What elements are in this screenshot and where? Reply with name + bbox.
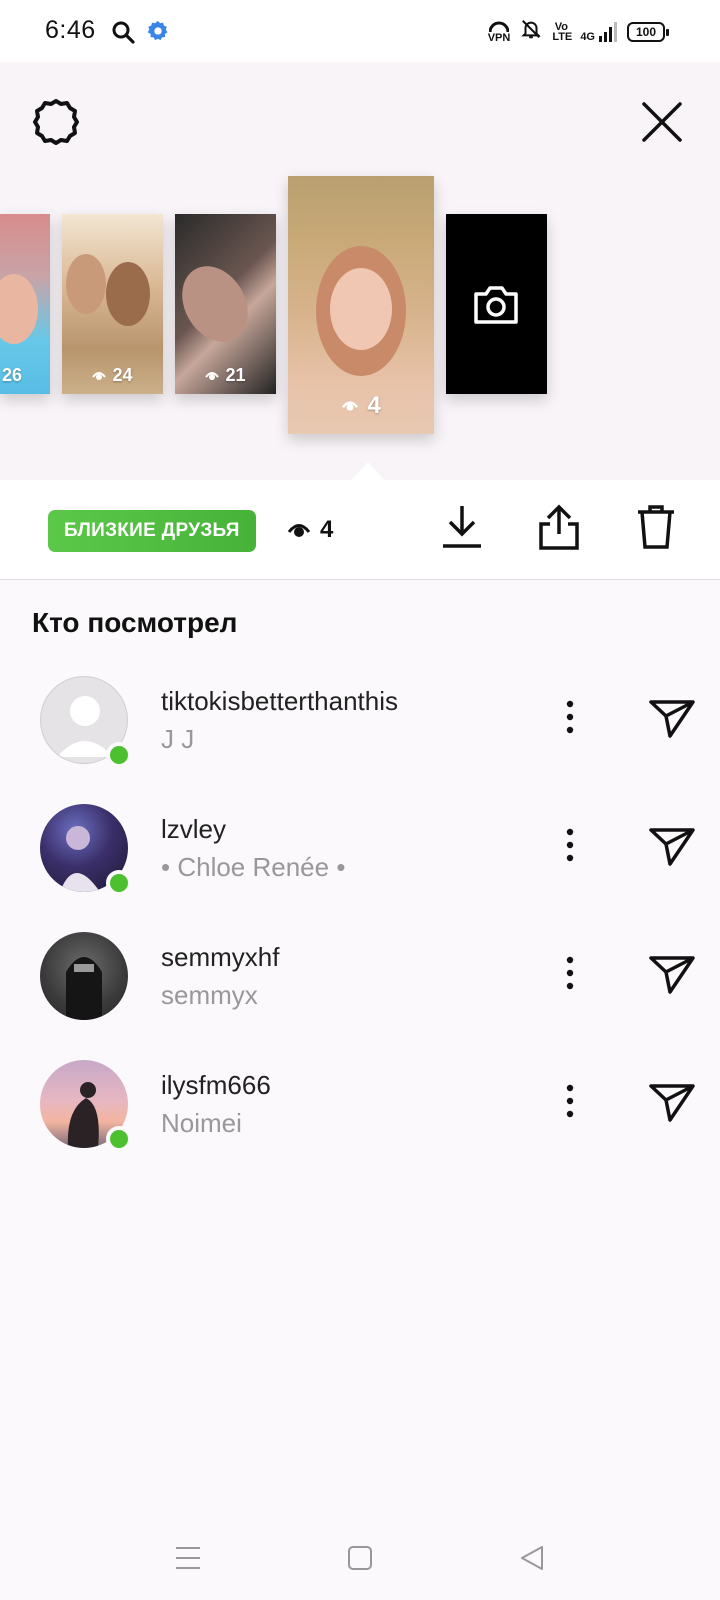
online-indicator <box>106 1126 132 1152</box>
online-indicator <box>106 742 132 768</box>
send-message-button[interactable] <box>648 824 696 873</box>
more-options-button[interactable] <box>566 828 574 867</box>
thumbnail-image <box>175 254 261 354</box>
delete-button[interactable] <box>636 504 676 555</box>
more-options-button[interactable] <box>566 1084 574 1123</box>
send-icon <box>649 700 695 738</box>
vpn-label: VPN <box>487 31 511 44</box>
close-icon <box>642 102 682 142</box>
recents-button[interactable] <box>174 1544 202 1577</box>
story-view-count: 24 <box>62 365 163 386</box>
viewer-name: semmyx <box>161 980 258 1010</box>
send-icon <box>649 956 695 994</box>
thumbnail-image <box>66 254 106 314</box>
story-view-count: 26 <box>2 365 23 385</box>
eye-icon <box>205 371 220 380</box>
close-friends-badge[interactable]: БЛИЗКИЕ ДРУЗЬЯ <box>48 510 256 552</box>
story-view-count: 21 <box>175 365 276 386</box>
send-icon <box>649 828 695 866</box>
more-options-button[interactable] <box>566 700 574 739</box>
story-thumbnail[interactable]: 24 <box>62 214 163 394</box>
download-button[interactable] <box>442 504 482 555</box>
status-time: 6:46 <box>45 16 96 44</box>
share-icon <box>539 504 579 550</box>
system-nav-bar <box>0 1520 720 1600</box>
view-count: 4 <box>320 516 334 543</box>
send-icon <box>649 1084 695 1122</box>
more-vertical-icon <box>566 956 574 990</box>
eye-icon <box>342 401 359 411</box>
view-count-text: 21 <box>225 365 246 385</box>
settings-button[interactable] <box>30 95 82 147</box>
back-button[interactable] <box>518 1544 546 1577</box>
viewer-row[interactable]: tiktokisbetterthanthis J J <box>0 676 720 786</box>
eye-icon <box>288 524 310 537</box>
thumbnail-image <box>0 274 38 344</box>
search-icon <box>111 20 135 49</box>
eye-icon <box>92 371 107 380</box>
status-icons: VPN Vo LTE 4G 100 <box>487 18 669 45</box>
story-action-bar: БЛИЗКИЕ ДРУЗЬЯ 4 <box>0 480 720 580</box>
viewer-username[interactable]: ilysfm666 <box>161 1070 271 1101</box>
viewer-name: Noimei <box>161 1108 242 1138</box>
status-bar: 6:46 VPN Vo LTE 4G 100 <box>0 0 720 62</box>
online-indicator <box>106 870 132 896</box>
viewer-username[interactable]: semmyxhf <box>161 942 279 973</box>
thumbnail-face <box>330 268 392 350</box>
view-count-text: 24 <box>112 365 133 385</box>
vpn-icon: VPN <box>487 21 511 44</box>
send-message-button[interactable] <box>648 696 696 745</box>
send-message-button[interactable] <box>648 952 696 1001</box>
story-thumbnail[interactable]: 26 <box>0 214 50 394</box>
gear-icon <box>33 99 79 145</box>
add-story-camera[interactable] <box>446 214 547 394</box>
home-button[interactable] <box>346 1544 374 1577</box>
download-icon <box>443 506 481 548</box>
thumbnail-image <box>106 262 150 326</box>
close-button[interactable] <box>638 98 686 146</box>
network-label: 4G <box>580 30 595 43</box>
settings-notification-icon <box>147 20 169 47</box>
viewers-title: Кто посмотрел <box>32 607 238 638</box>
story-thumbnail[interactable]: 21 <box>175 214 276 394</box>
viewer-username[interactable]: lzvley <box>161 814 226 845</box>
signal-icon: 4G <box>580 21 617 43</box>
battery-level: 100 <box>635 24 657 39</box>
story-view-count: 4 <box>288 392 434 420</box>
back-triangle-icon <box>521 1546 543 1570</box>
viewer-username[interactable]: tiktokisbetterthanthis <box>161 686 398 717</box>
square-icon <box>348 1546 372 1570</box>
viewer-row[interactable]: lzvley • Chloe Renée • <box>0 804 720 914</box>
volte-label: Vo LTE <box>552 20 573 43</box>
viewer-name: J J <box>161 724 195 754</box>
viewer-name: • Chloe Renée • <box>161 852 346 882</box>
more-vertical-icon <box>566 1084 574 1118</box>
viewer-row[interactable]: ilysfm666 Noimei <box>0 1060 720 1170</box>
avatar[interactable] <box>40 932 128 1020</box>
bell-muted-icon <box>520 18 542 45</box>
selection-pointer <box>350 462 386 482</box>
send-message-button[interactable] <box>648 1080 696 1129</box>
battery-icon: 100 <box>627 21 669 42</box>
viewer-row[interactable]: semmyxhf semmyx <box>0 932 720 1042</box>
share-button[interactable] <box>538 504 580 555</box>
more-vertical-icon <box>566 700 574 734</box>
trash-icon <box>638 505 674 549</box>
more-vertical-icon <box>566 828 574 862</box>
view-counter: 4 <box>288 516 333 544</box>
camera-icon <box>474 286 518 324</box>
view-count-text: 4 <box>367 392 381 419</box>
menu-icon <box>176 1547 200 1569</box>
more-options-button[interactable] <box>566 956 574 995</box>
story-thumbnail-selected[interactable]: 4 <box>288 176 434 434</box>
